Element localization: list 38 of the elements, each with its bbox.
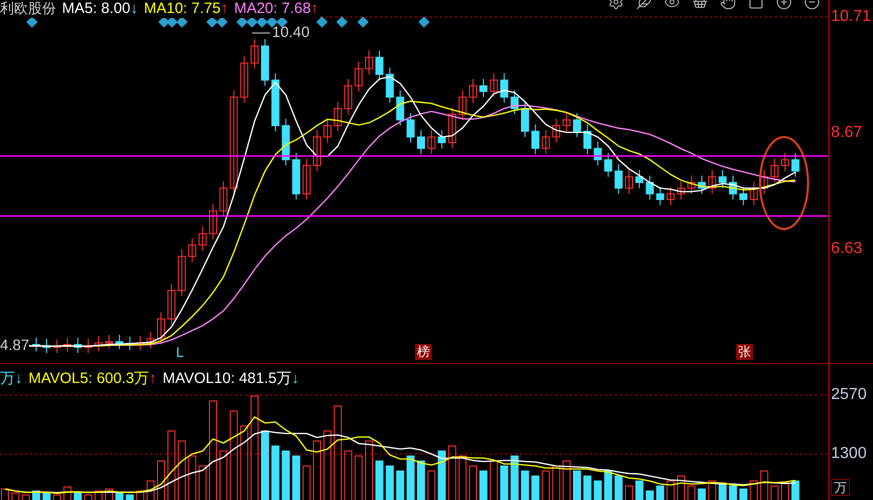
price-axis-label: 6.63 [831,240,862,258]
unit-label: 万 [831,479,850,496]
chart-marker: L [176,344,184,360]
diamond-marker-icon [357,16,369,28]
volume-axis-label: 1300 [831,445,867,463]
trend-arrow: ↑ [149,370,157,388]
diamond-marker-icon [176,16,188,28]
diamond-marker-icon [166,16,178,28]
price-label: 4.87 [0,337,30,355]
stock-name: 利欧股份 [0,0,56,18]
diamond-marker-icon [316,16,328,28]
trend-arrow: ↑ [220,0,228,18]
diamond-marker-icon [418,16,430,28]
diamond-marker-icon [206,16,218,28]
moving-average-value: MA5: 8.00 [62,0,130,18]
diamond-marker-icon [26,16,38,28]
volume-average-value: MAVOL5: 600.3万 [28,370,150,388]
diamond-marker-icon [236,16,248,28]
volume-axis-label: 2570 [831,386,867,404]
price-label: 10.40 [272,24,310,42]
moving-average-value: MA10: 7.75 [144,0,221,18]
trend-arrow: ↓ [292,370,300,388]
trend-arrow: ↓ [130,0,138,18]
price-axis-label: 10.71 [831,8,872,26]
diamond-marker-icon [216,16,228,28]
volume-average-value: MAVOL10: 481.5万 [162,370,292,388]
diamond-marker-icon [246,16,258,28]
volume-average-value: 万 [0,370,15,388]
trend-arrow: ↑ [310,0,318,18]
diamond-marker-icon [256,16,268,28]
diamond-marker-icon [276,16,288,28]
diamond-marker-icon [336,16,348,28]
price-axis-label: 8.67 [831,124,862,142]
moving-average-value: MA20: 7.68 [234,0,311,18]
diamond-marker-icon [266,16,278,28]
event-badge[interactable]: 榜 [415,344,432,360]
trend-arrow: ↓ [15,370,22,388]
event-badge[interactable]: 张 [736,344,753,360]
